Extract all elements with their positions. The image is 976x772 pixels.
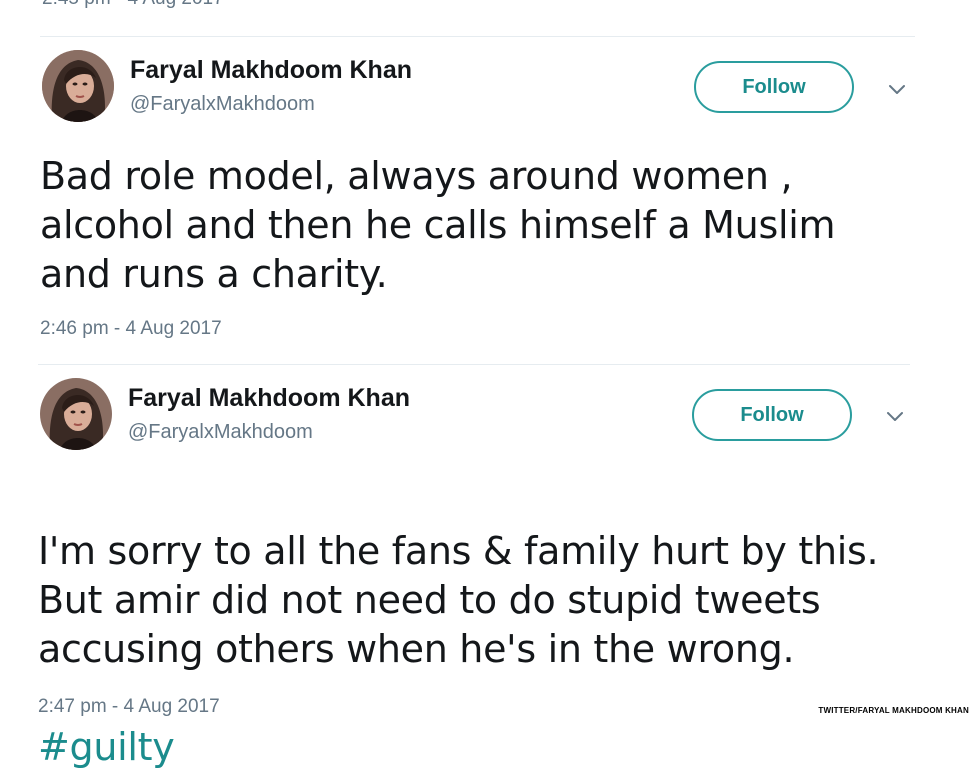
tweet-body: I'm sorry to all the fans & family hurt …: [38, 529, 879, 671]
avatar[interactable]: [40, 378, 112, 450]
profile-photo-icon: [42, 50, 114, 122]
tweet-text: Bad role model, always around women , al…: [40, 154, 836, 296]
avatar[interactable]: [42, 50, 114, 122]
divider: [38, 364, 910, 365]
display-name[interactable]: Faryal Makhdoom Khan: [128, 384, 410, 413]
chevron-down-icon[interactable]: [884, 405, 906, 427]
display-name[interactable]: Faryal Makhdoom Khan: [130, 56, 412, 85]
tweet-text: I'm sorry to all the fans & family hurt …: [38, 478, 879, 772]
profile-photo-icon: [40, 378, 112, 450]
image-credit: TWITTER/FARYAL MAKHDOOM KHAN: [815, 705, 972, 716]
tweet-timestamp[interactable]: 2:47 pm - 4 Aug 2017: [38, 696, 220, 718]
divider: [40, 36, 915, 37]
user-handle[interactable]: @FaryalxMakhdoom: [128, 421, 313, 444]
follow-button[interactable]: Follow: [694, 61, 854, 113]
hashtag-link[interactable]: #guilty: [38, 725, 175, 769]
previous-tweet-timestamp[interactable]: 2:45 pm - 4 Aug 2017: [42, 0, 224, 10]
follow-button[interactable]: Follow: [692, 389, 852, 441]
tweet-timestamp[interactable]: 2:46 pm - 4 Aug 2017: [40, 318, 222, 340]
chevron-down-icon[interactable]: [886, 78, 908, 100]
user-handle[interactable]: @FaryalxMakhdoom: [130, 93, 315, 116]
